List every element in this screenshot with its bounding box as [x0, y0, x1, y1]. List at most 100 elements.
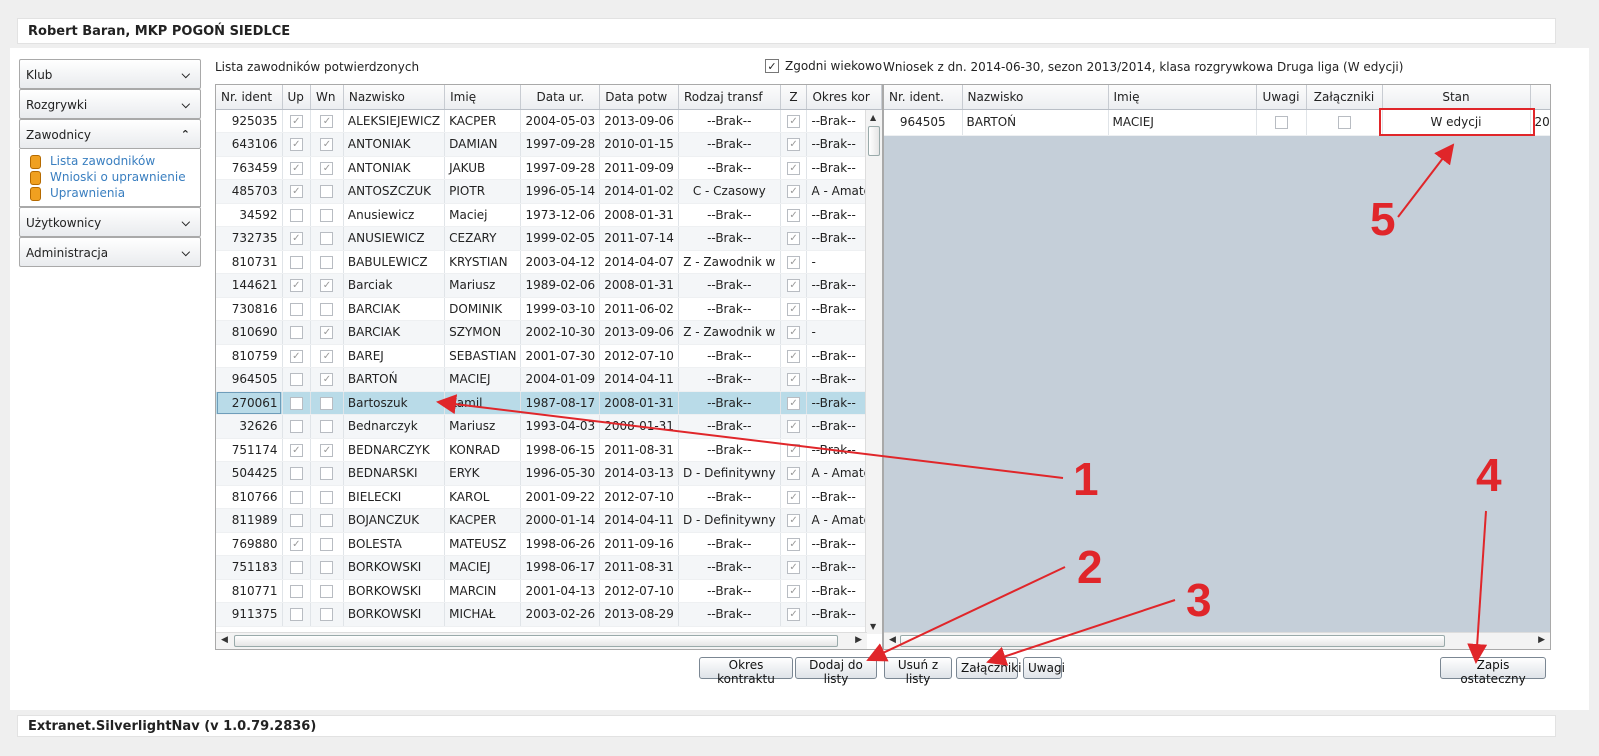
column-header[interactable]: Imię: [1108, 85, 1257, 110]
remarks-button[interactable]: Uwagi: [1023, 657, 1065, 679]
unchecked-checkbox[interactable]: [320, 208, 334, 222]
checked-checkbox[interactable]: ✓: [320, 373, 334, 387]
checked-checkbox[interactable]: ✓: [320, 279, 334, 293]
table-row[interactable]: 643106 ✓ ✓ ANTONIAK DAMIAN 1997-09-28 2010-01-…: [216, 132, 882, 157]
checked-checkbox[interactable]: ✓: [787, 396, 801, 410]
checked-checkbox[interactable]: ✓: [787, 326, 801, 340]
checked-checkbox[interactable]: ✓: [787, 420, 801, 434]
checked-checkbox[interactable]: ✓: [320, 326, 334, 340]
scroll-thumb[interactable]: [234, 635, 838, 647]
unchecked-checkbox[interactable]: [1274, 116, 1288, 129]
checked-checkbox[interactable]: ✓: [787, 302, 801, 316]
checked-checkbox[interactable]: ✓: [787, 443, 801, 457]
table-row[interactable]: 732735 ✓ ANUSIEWICZ CEZARY 1999-02-05 2011-07…: [216, 226, 882, 251]
table-row[interactable]: 270061 Bartoszuk Kamil 1987-08-17 2008-01-31…: [216, 391, 882, 415]
remove-from-list-button[interactable]: Usuń z listy: [884, 657, 952, 686]
column-header[interactable]: Data ur.: [520, 85, 601, 110]
checked-checkbox[interactable]: ✓: [289, 349, 303, 363]
table-row[interactable]: 34592 Anusiewicz Maciej 1973-12-06 2008-01-3…: [216, 203, 882, 227]
checked-checkbox[interactable]: ✓: [787, 349, 801, 363]
checked-checkbox[interactable]: ✓: [787, 608, 801, 622]
unchecked-checkbox[interactable]: [320, 584, 334, 598]
table-row[interactable]: 810731 BABULEWICZ KRYSTIAN 2003-04-12 2014-0…: [216, 250, 882, 274]
unchecked-checkbox[interactable]: [320, 255, 334, 269]
unchecked-checkbox[interactable]: [320, 490, 334, 504]
column-header[interactable]: Uwagi: [1256, 85, 1307, 110]
checked-checkbox[interactable]: ✓: [787, 279, 801, 293]
unchecked-checkbox[interactable]: [320, 420, 334, 434]
column-header[interactable]: Okres kor: [806, 85, 882, 110]
table-row[interactable]: 810766 BIELECKI KAROL 2001-09-22 2012-07-10-…: [216, 485, 882, 509]
horizontal-scrollbar[interactable]: ◀ ▶: [884, 632, 1550, 649]
scroll-right-icon[interactable]: ▶: [855, 635, 862, 645]
checked-checkbox[interactable]: ✓: [787, 161, 801, 175]
unchecked-checkbox[interactable]: [289, 584, 303, 598]
column-header[interactable]: Z: [780, 85, 808, 110]
sidebar-section-uzytkownicy[interactable]: Użytkownicy ⌵: [19, 207, 201, 237]
table-row[interactable]: 964505 ✓ BARTOŃ MACIEJ 2004-01-09 2014-04-11-…: [216, 367, 882, 392]
table-row[interactable]: 763459 ✓ ✓ ANTONIAK JAKUB 1997-09-28 2011-09-0…: [216, 156, 882, 180]
vertical-scrollbar[interactable]: ▲ ▼: [865, 110, 882, 634]
column-header[interactable]: Rodzaj transf: [678, 85, 781, 110]
table-row[interactable]: 769880 ✓ BOLESTA MATEUSZ 1998-06-26 2011-09-1…: [216, 532, 882, 556]
checked-checkbox[interactable]: ✓: [320, 349, 334, 363]
unchecked-checkbox[interactable]: [289, 373, 303, 387]
column-header[interactable]: Stan: [1382, 85, 1531, 110]
table-row[interactable]: 911375 BORKOWSKI MICHAŁ 2003-02-26 2013-08-2…: [216, 602, 882, 627]
scroll-left-icon[interactable]: ◀: [889, 635, 896, 645]
unchecked-checkbox[interactable]: [320, 608, 334, 622]
checked-checkbox[interactable]: ✓: [787, 114, 801, 128]
scroll-thumb[interactable]: [900, 635, 1445, 647]
scroll-thumb[interactable]: [868, 126, 880, 156]
table-row[interactable]: 810690 ✓ BARCIAK SZYMON 2002-10-30 2013-09-06…: [216, 320, 882, 345]
checked-checkbox[interactable]: ✓: [289, 279, 303, 293]
checked-checkbox[interactable]: ✓: [289, 232, 303, 246]
unchecked-checkbox[interactable]: [289, 490, 303, 504]
table-row[interactable]: 144621 ✓ ✓ Barciak Mariusz 1989-02-06 2008-01-…: [216, 273, 882, 298]
table-row[interactable]: 751174 ✓ ✓ BEDNARCZYK KONRAD 1998-06-15 2011-0…: [216, 438, 882, 462]
checked-checkbox[interactable]: ✓: [787, 208, 801, 222]
unchecked-checkbox[interactable]: [320, 467, 334, 481]
sidebar-section-rozgrywki[interactable]: Rozgrywki ⌵: [19, 89, 201, 119]
checked-checkbox[interactable]: ✓: [289, 537, 303, 551]
table-row[interactable]: 32626 Bednarczyk Mariusz 1993-04-03 2008-01-…: [216, 414, 882, 439]
unchecked-checkbox[interactable]: [289, 326, 303, 340]
column-header[interactable]: Data potw: [599, 85, 679, 110]
checked-checkbox[interactable]: ✓: [787, 584, 801, 598]
column-header[interactable]: Załączniki: [1306, 85, 1383, 110]
checked-checkbox[interactable]: ✓: [320, 138, 334, 152]
scroll-down-icon[interactable]: ▼: [870, 622, 876, 631]
unchecked-checkbox[interactable]: [289, 255, 303, 269]
final-save-button[interactable]: Zapis ostateczny: [1440, 657, 1546, 686]
unchecked-checkbox[interactable]: [289, 514, 303, 528]
checked-checkbox[interactable]: ✓: [787, 467, 801, 481]
checked-checkbox[interactable]: ✓: [787, 537, 801, 551]
table-row[interactable]: 751183 BORKOWSKI MACIEJ 1998-06-17 2011-08-3…: [216, 555, 882, 580]
attachments-button[interactable]: Załączniki: [956, 657, 1021, 679]
column-header[interactable]: Imię: [444, 85, 522, 110]
unchecked-checkbox[interactable]: [320, 561, 334, 575]
checked-checkbox[interactable]: ✓: [787, 138, 801, 152]
checked-checkbox[interactable]: ✓: [787, 490, 801, 504]
sidebar-section-administracja[interactable]: Administracja ⌵: [19, 237, 201, 267]
unchecked-checkbox[interactable]: [320, 302, 334, 316]
checked-checkbox[interactable]: ✓: [320, 443, 334, 457]
unchecked-checkbox[interactable]: [1337, 116, 1351, 129]
unchecked-checkbox[interactable]: [320, 185, 334, 199]
unchecked-checkbox[interactable]: [289, 608, 303, 622]
scroll-left-icon[interactable]: ◀: [221, 635, 228, 645]
sidebar-link-lista-zawodnikow[interactable]: Lista zawodników: [28, 153, 192, 169]
checked-checkbox[interactable]: ✓: [289, 185, 303, 199]
unchecked-checkbox[interactable]: [320, 396, 334, 410]
checked-checkbox[interactable]: ✓: [289, 161, 303, 175]
sidebar-section-klub[interactable]: Klub ⌵: [19, 59, 201, 89]
table-row[interactable]: 810759 ✓ ✓ BAREJ SEBASTIAN 2001-07-30 2012-07-…: [216, 344, 882, 368]
checked-checkbox[interactable]: ✓: [787, 373, 801, 387]
table-row[interactable]: 811989 BOJANCZUK KACPER 2000-01-14 2014-04-1…: [216, 508, 882, 533]
unchecked-checkbox[interactable]: [320, 537, 334, 551]
column-header[interactable]: Nr. ident: [216, 85, 283, 110]
contract-period-button[interactable]: Okres kontraktu: [699, 657, 793, 686]
unchecked-checkbox[interactable]: [320, 514, 334, 528]
sidebar-section-zawodnicy[interactable]: Zawodnicy ⌃: [19, 119, 201, 149]
unchecked-checkbox[interactable]: [289, 208, 303, 222]
